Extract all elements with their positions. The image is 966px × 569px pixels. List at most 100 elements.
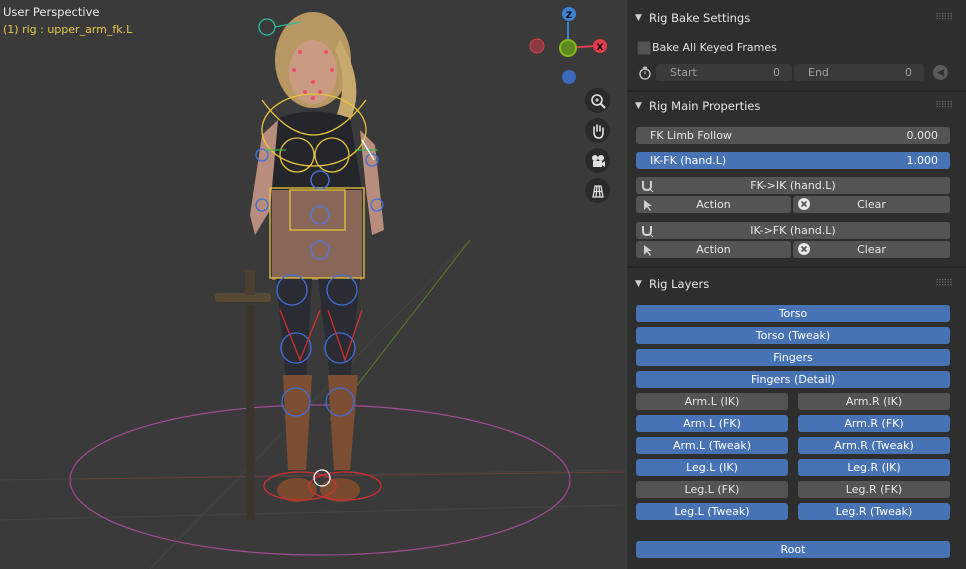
fk-to-ik-action-button[interactable]: Action — [636, 196, 791, 213]
layer-label: Torso (Tweak) — [755, 329, 831, 342]
ik-to-fk-clear-button[interactable]: Clear — [793, 241, 950, 258]
zoom-icon — [590, 93, 606, 109]
layer-toggle-leg-r-tweak[interactable]: Leg.R (Tweak) — [798, 503, 950, 520]
magnet-snap-icon — [639, 222, 655, 238]
clear-label: Clear — [857, 198, 886, 211]
zoom-button[interactable] — [585, 88, 610, 113]
fk-limb-follow-label: FK Limb Follow — [650, 129, 732, 142]
action-label: Action — [696, 243, 731, 256]
fk-limb-follow-value: 0.000 — [906, 129, 939, 142]
chevron-down-icon: ▼ — [635, 101, 642, 111]
back-arrow-icon[interactable]: ◀ — [933, 65, 948, 80]
layer-toggle-fingers-detail[interactable]: Fingers (Detail) — [636, 371, 950, 388]
layer-toggle-leg-l-tweak[interactable]: Leg.L (Tweak) — [636, 503, 788, 520]
fk-to-ik-label: FK->IK (hand.L) — [750, 179, 836, 192]
layer-toggle-arm-l-tweak[interactable]: Arm.L (Tweak) — [636, 437, 788, 454]
bake-all-label: Bake All Keyed Frames — [652, 41, 777, 54]
drag-grip-icon[interactable]: ⠿⠿⠿ — [935, 101, 953, 111]
x-axis-line — [79, 471, 625, 480]
ik-fk-value: 1.000 — [906, 154, 939, 167]
layer-toggle-arm-r-fk[interactable]: Arm.R (FK) — [798, 415, 950, 432]
camera-icon — [591, 154, 605, 167]
section-title: Rig Layers — [649, 277, 710, 291]
layer-label: Fingers (Detail) — [750, 373, 836, 386]
camera-view-button[interactable] — [585, 148, 610, 173]
clear-label: Clear — [857, 243, 886, 256]
layer-label: Leg.R (Tweak) — [835, 505, 913, 518]
active-object-label: (1) rig : upper_arm_fk.L — [3, 23, 133, 36]
start-frame-field[interactable]: Start 0 — [656, 64, 792, 81]
stopwatch-icon[interactable] — [637, 65, 653, 81]
3d-viewport[interactable]: Z X User Perspective (1) rig : upper_arm… — [0, 0, 625, 569]
section-title: Rig Bake Settings — [649, 11, 751, 25]
viewport-title: User Perspective — [3, 5, 100, 19]
layer-toggle-arm-r-tweak[interactable]: Arm.R (Tweak) — [798, 437, 950, 454]
layer-label: Arm.R (FK) — [844, 417, 904, 430]
pan-button[interactable] — [585, 118, 610, 143]
hand-icon — [592, 123, 604, 139]
action-label: Action — [696, 198, 731, 211]
layer-label: Arm.L (IK) — [684, 395, 740, 408]
layer-label: Fingers — [773, 351, 813, 364]
cursor-icon — [639, 196, 655, 212]
chevron-down-icon: ▼ — [635, 279, 642, 289]
layer-label: Leg.L (Tweak) — [674, 505, 750, 518]
fk-to-ik-button[interactable]: FK->IK (hand.L) — [636, 177, 950, 194]
ik-fk-slider[interactable]: IK-FK (hand.L) 1.000 — [636, 152, 950, 169]
end-value: 0 — [905, 66, 912, 79]
layer-toggle-fingers[interactable]: Fingers — [636, 349, 950, 366]
layer-label: Arm.L (Tweak) — [672, 439, 752, 452]
clear-x-icon — [796, 196, 812, 212]
end-frame-field[interactable]: End 0 — [794, 64, 924, 81]
layer-toggle-torso[interactable]: Torso — [636, 305, 950, 322]
layer-toggle-leg-l-ik[interactable]: Leg.L (IK) — [636, 459, 788, 476]
layer-label: Torso — [778, 307, 808, 320]
layer-label: Root — [780, 543, 806, 556]
ik-to-fk-action-button[interactable]: Action — [636, 241, 791, 258]
layer-label: Arm.R (IK) — [845, 395, 903, 408]
root-bone-circle[interactable] — [69, 404, 571, 556]
layer-label: Arm.R (Tweak) — [834, 439, 914, 452]
section-divider — [627, 90, 966, 92]
layer-toggle-arm-l-fk[interactable]: Arm.L (FK) — [636, 415, 788, 432]
layer-label: Leg.L (IK) — [686, 461, 738, 474]
viewport-scene[interactable]: Z X — [0, 0, 625, 569]
layer-label: Leg.L (FK) — [684, 483, 740, 496]
section-title: Rig Main Properties — [649, 99, 761, 113]
gizmo-z-label: Z — [566, 11, 573, 21]
grid-icon — [591, 184, 604, 198]
fk-to-ik-clear-button[interactable]: Clear — [793, 196, 950, 213]
layer-label: Leg.R (FK) — [845, 483, 903, 496]
sidebar-panel: ▼ Rig Bake Settings ⠿⠿⠿ Bake All Keyed F… — [627, 0, 966, 569]
layer-label: Arm.L (FK) — [683, 417, 741, 430]
rig-layers-header[interactable]: ▼ Rig Layers ⠿⠿⠿ — [627, 272, 966, 296]
ik-fk-label: IK-FK (hand.L) — [650, 154, 727, 167]
drag-grip-icon[interactable]: ⠿⠿⠿ — [935, 13, 953, 23]
layer-toggle-leg-l-fk[interactable]: Leg.L (FK) — [636, 481, 788, 498]
ik-to-fk-button[interactable]: IK->FK (hand.L) — [636, 222, 950, 239]
drag-grip-icon[interactable]: ⠿⠿⠿ — [935, 279, 953, 289]
layer-label: Leg.R (IK) — [847, 461, 901, 474]
sword-model — [215, 270, 271, 520]
navigation-gizmo[interactable]: Z X — [529, 7, 607, 84]
fk-limb-follow-slider[interactable]: FK Limb Follow 0.000 — [636, 127, 950, 144]
magnet-snap-icon — [639, 177, 655, 193]
cursor-icon — [639, 241, 655, 257]
bake-all-checkbox[interactable] — [637, 41, 651, 55]
orthographic-toggle-button[interactable] — [585, 178, 610, 203]
rig-main-properties-header[interactable]: ▼ Rig Main Properties ⠿⠿⠿ — [627, 94, 966, 118]
layer-toggle-leg-r-fk[interactable]: Leg.R (FK) — [798, 481, 950, 498]
section-divider — [627, 266, 966, 268]
chevron-down-icon: ▼ — [635, 13, 642, 23]
layer-toggle-arm-r-ik[interactable]: Arm.R (IK) — [798, 393, 950, 410]
gizmo-x-label: X — [597, 43, 604, 53]
rig-bake-settings-header[interactable]: ▼ Rig Bake Settings ⠿⠿⠿ — [627, 6, 966, 30]
layer-toggle-root[interactable]: Root — [636, 541, 950, 558]
layer-toggle-arm-l-ik[interactable]: Arm.L (IK) — [636, 393, 788, 410]
start-value: 0 — [773, 66, 780, 79]
ik-to-fk-label: IK->FK (hand.L) — [750, 224, 836, 237]
layer-toggle-leg-r-ik[interactable]: Leg.R (IK) — [798, 459, 950, 476]
start-label: Start — [670, 66, 697, 79]
layer-toggle-torso-tweak[interactable]: Torso (Tweak) — [636, 327, 950, 344]
end-label: End — [808, 66, 829, 79]
